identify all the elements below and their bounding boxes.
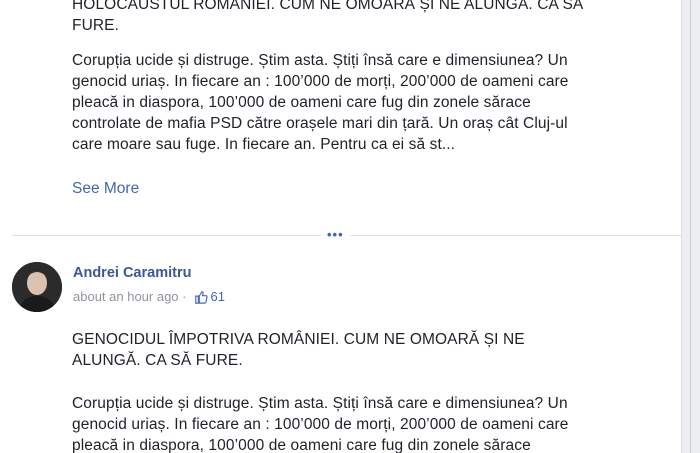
post-timestamp-link[interactable]: about an hour ago ·: [73, 289, 186, 304]
post-body-line: Corupția ucide și distruge. Știm asta. Ș…: [72, 52, 568, 69]
scrollbar-track: [690, 0, 691, 453]
post-headline-line: GENOCIDUL ÎMPOTRIVA ROMÂNIEI. CUM NE OMO…: [72, 331, 525, 348]
post-body-line: pleacă in diaspora, 100’000 de oameni ca…: [72, 437, 531, 453]
post-body-line: pleacă in diaspora, 100’000 de oameni ca…: [72, 94, 531, 111]
avatar[interactable]: [12, 262, 62, 312]
more-options-icon[interactable]: •••: [321, 228, 350, 242]
post-headline: HOLOCAUSTUL ROMÂNIEI. CUM NE OMOARĂ ȘI N…: [72, 0, 632, 36]
post-body: Corupția ucide și distruge. Știm asta. Ș…: [72, 50, 632, 155]
post-headline-line: FURE.: [72, 17, 119, 34]
post-body-line: controlate de mafia PSD către orașele ma…: [72, 115, 568, 132]
post-meta: about an hour ago · 61: [73, 289, 225, 304]
news-feed: HOLOCAUSTUL ROMÂNIEI. CUM NE OMOARĂ ȘI N…: [0, 0, 682, 453]
post-body-line: genocid uriaș. In fiecare an : 100’000 d…: [72, 73, 569, 90]
likes-count[interactable]: 61: [194, 289, 225, 304]
post-headline-line: HOLOCAUSTUL ROMÂNIEI. CUM NE OMOARĂ ȘI N…: [72, 0, 584, 13]
post-body-line: Corupția ucide și distruge. Știm asta. Ș…: [72, 395, 568, 412]
thumbs-up-icon: [195, 290, 209, 304]
author-name-link[interactable]: Andrei Caramitru: [73, 265, 191, 281]
post-headline-line: ALUNGĂ. CA SĂ FURE.: [72, 352, 243, 369]
post-divider: •••: [0, 224, 682, 246]
post-body: Corupția ucide și distruge. Știm asta. Ș…: [72, 393, 632, 453]
post-body-line: care moare sau fuge. In fiecare an. Pent…: [72, 136, 456, 153]
post-headline: GENOCIDUL ÎMPOTRIVA ROMÂNIEI. CUM NE OMO…: [72, 329, 632, 371]
scrollbar[interactable]: [681, 0, 700, 453]
likes-number: 61: [210, 289, 225, 304]
post-body-line: genocid uriaș. In fiecare an : 100’000 d…: [72, 416, 569, 433]
see-more-link[interactable]: See More: [72, 180, 139, 198]
profile-photo-icon: [12, 262, 62, 312]
